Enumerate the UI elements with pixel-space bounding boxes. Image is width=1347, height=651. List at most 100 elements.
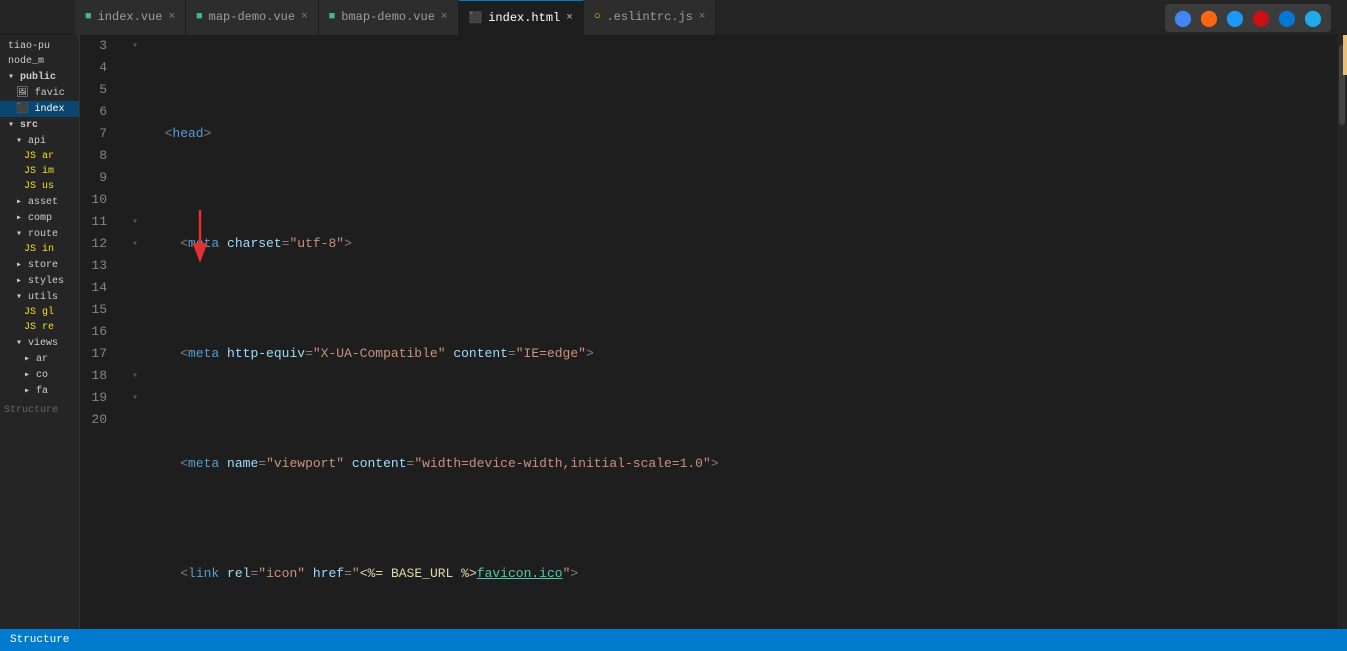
code-line-7: <link rel="icon" href="<%= BASE_URL %>fa… xyxy=(149,563,1337,585)
gutter-4 xyxy=(125,57,145,79)
gutter-15 xyxy=(125,299,145,321)
gutter-17 xyxy=(125,343,145,365)
line-num-18: 18 xyxy=(80,365,115,387)
code-line-4: <meta charset="utf-8"> xyxy=(149,233,1337,255)
firefox-icon[interactable]: ⬤ xyxy=(1199,8,1219,28)
sidebar-item-ar2[interactable]: ▸ ar xyxy=(0,351,79,367)
ie-icon[interactable]: ⬤ xyxy=(1303,8,1323,28)
sidebar-item-public[interactable]: ▾ public xyxy=(0,69,79,85)
status-structure: Structure xyxy=(10,634,69,646)
gutter-8 xyxy=(125,145,145,167)
sidebar-item-node-m[interactable]: node_m xyxy=(0,54,79,69)
opera-icon[interactable]: ⬤ xyxy=(1251,8,1271,28)
sidebar-item-views[interactable]: ▾ views xyxy=(0,335,79,351)
code-line-6: <meta name="viewport" content="width=dev… xyxy=(149,453,1337,475)
gutter-5 xyxy=(125,79,145,101)
close-icon[interactable]: × xyxy=(301,11,308,23)
code-content[interactable]: <head> <meta charset="utf-8"> <meta http… xyxy=(145,35,1337,629)
line-num-19: 19 xyxy=(80,387,115,409)
vue-icon: ■ xyxy=(329,11,336,23)
close-icon[interactable]: × xyxy=(441,11,448,23)
sidebar-item-ar[interactable]: JS ar xyxy=(0,149,79,164)
tab-index-vue[interactable]: ■ index.vue × xyxy=(75,0,186,35)
code-container: 3 4 5 6 7 8 9 10 11 12 13 14 15 16 17 18… xyxy=(80,35,1347,629)
main-area: tiao-pu node_m ▾ public 🖼 favic ⬛ index … xyxy=(0,35,1347,629)
tab-label: .eslintrc.js xyxy=(606,10,692,24)
sidebar-item-tiao-pu[interactable]: tiao-pu xyxy=(0,39,79,54)
sidebar-item-asset[interactable]: ▸ asset xyxy=(0,194,79,210)
sidebar-item-im[interactable]: JS im xyxy=(0,164,79,179)
gutter-18[interactable]: ▾ xyxy=(125,365,145,387)
line-numbers: 3 4 5 6 7 8 9 10 11 12 13 14 15 16 17 18… xyxy=(80,35,125,629)
chrome-icon[interactable]: ⬤ xyxy=(1173,8,1193,28)
tab-bar: ■ index.vue × ■ map-demo.vue × ■ bmap-de… xyxy=(0,0,1347,35)
gutter-19[interactable]: ▾ xyxy=(125,387,145,409)
sidebar-item-utils[interactable]: ▾ utils xyxy=(0,289,79,305)
sidebar-item-api[interactable]: ▾ api xyxy=(0,133,79,149)
close-icon[interactable]: × xyxy=(168,11,175,23)
line-num-11: 11 xyxy=(80,211,115,233)
sidebar-item-src[interactable]: ▾ src xyxy=(0,117,79,133)
tab-index-html[interactable]: ⬛ index.html × xyxy=(459,0,584,35)
tag-open: < xyxy=(149,123,172,145)
gutter-7 xyxy=(125,123,145,145)
line-num-12: 12 xyxy=(80,233,115,255)
safari-icon[interactable]: ⬤ xyxy=(1225,8,1245,28)
gutter: ▾ ▾ ▾ ▾ ▾ xyxy=(125,35,145,629)
sidebar-item-co[interactable]: ▸ co xyxy=(0,367,79,383)
line-num-3: 3 xyxy=(80,35,115,57)
status-bar: Structure xyxy=(0,629,1347,651)
gutter-11[interactable]: ▾ xyxy=(125,211,145,233)
sidebar-item-comp[interactable]: ▸ comp xyxy=(0,210,79,226)
sidebar-item-fa[interactable]: ▸ fa xyxy=(0,383,79,399)
sidebar-item-store[interactable]: ▸ store xyxy=(0,257,79,273)
sidebar-item-re[interactable]: JS re xyxy=(0,320,79,335)
line-num-13: 13 xyxy=(80,255,115,277)
gutter-13 xyxy=(125,255,145,277)
line-num-9: 9 xyxy=(80,167,115,189)
gutter-20 xyxy=(125,409,145,431)
sidebar-item-route[interactable]: ▾ route xyxy=(0,226,79,242)
gutter-10 xyxy=(125,189,145,211)
code-line-5: <meta http-equiv="X-UA-Compatible" conte… xyxy=(149,343,1337,365)
line-num-16: 16 xyxy=(80,321,115,343)
scrollbar-track[interactable] xyxy=(1337,35,1347,629)
line-num-10: 10 xyxy=(80,189,115,211)
editor-area[interactable]: 3 4 5 6 7 8 9 10 11 12 13 14 15 16 17 18… xyxy=(80,35,1347,629)
line-num-8: 8 xyxy=(80,145,115,167)
sidebar-item-favic[interactable]: 🖼 favic xyxy=(0,85,79,101)
gutter-9 xyxy=(125,167,145,189)
scrollbar-accent xyxy=(1343,35,1347,75)
sidebar-item-gl[interactable]: JS gl xyxy=(0,305,79,320)
tab-label: index.vue xyxy=(98,10,163,24)
line-num-17: 17 xyxy=(80,343,115,365)
gutter-3[interactable]: ▾ xyxy=(125,35,145,57)
line-num-20: 20 xyxy=(80,409,115,431)
sidebar: tiao-pu node_m ▾ public 🖼 favic ⬛ index … xyxy=(0,35,80,629)
sidebar-item-index[interactable]: ⬛ index xyxy=(0,101,79,117)
line-num-6: 6 xyxy=(80,101,115,123)
close-icon[interactable]: × xyxy=(566,12,573,24)
tab-label: map-demo.vue xyxy=(209,10,295,24)
line-num-14: 14 xyxy=(80,277,115,299)
sidebar-item-us[interactable]: JS us xyxy=(0,179,79,194)
close-icon[interactable]: × xyxy=(699,11,706,23)
line-num-15: 15 xyxy=(80,299,115,321)
tab-label: index.html xyxy=(488,11,560,25)
status-left: Structure xyxy=(10,634,69,646)
sidebar-item-styles[interactable]: ▸ styles xyxy=(0,273,79,289)
html-icon: ⬛ xyxy=(469,11,483,25)
tab-map-demo-vue[interactable]: ■ map-demo.vue × xyxy=(186,0,319,35)
edge-icon[interactable]: ⬤ xyxy=(1277,8,1297,28)
gutter-6 xyxy=(125,101,145,123)
gutter-12[interactable]: ▾ xyxy=(125,233,145,255)
tag-name: head xyxy=(172,123,203,145)
gutter-16 xyxy=(125,321,145,343)
tab-bmap-demo-vue[interactable]: ■ bmap-demo.vue × xyxy=(319,0,459,35)
line-num-5: 5 xyxy=(80,79,115,101)
js-icon: ○ xyxy=(594,11,601,23)
sidebar-item-in[interactable]: JS in xyxy=(0,242,79,257)
line-num-4: 4 xyxy=(80,57,115,79)
tab-eslintrc-js[interactable]: ○ .eslintrc.js × xyxy=(584,0,717,35)
tab-label: bmap-demo.vue xyxy=(341,10,435,24)
